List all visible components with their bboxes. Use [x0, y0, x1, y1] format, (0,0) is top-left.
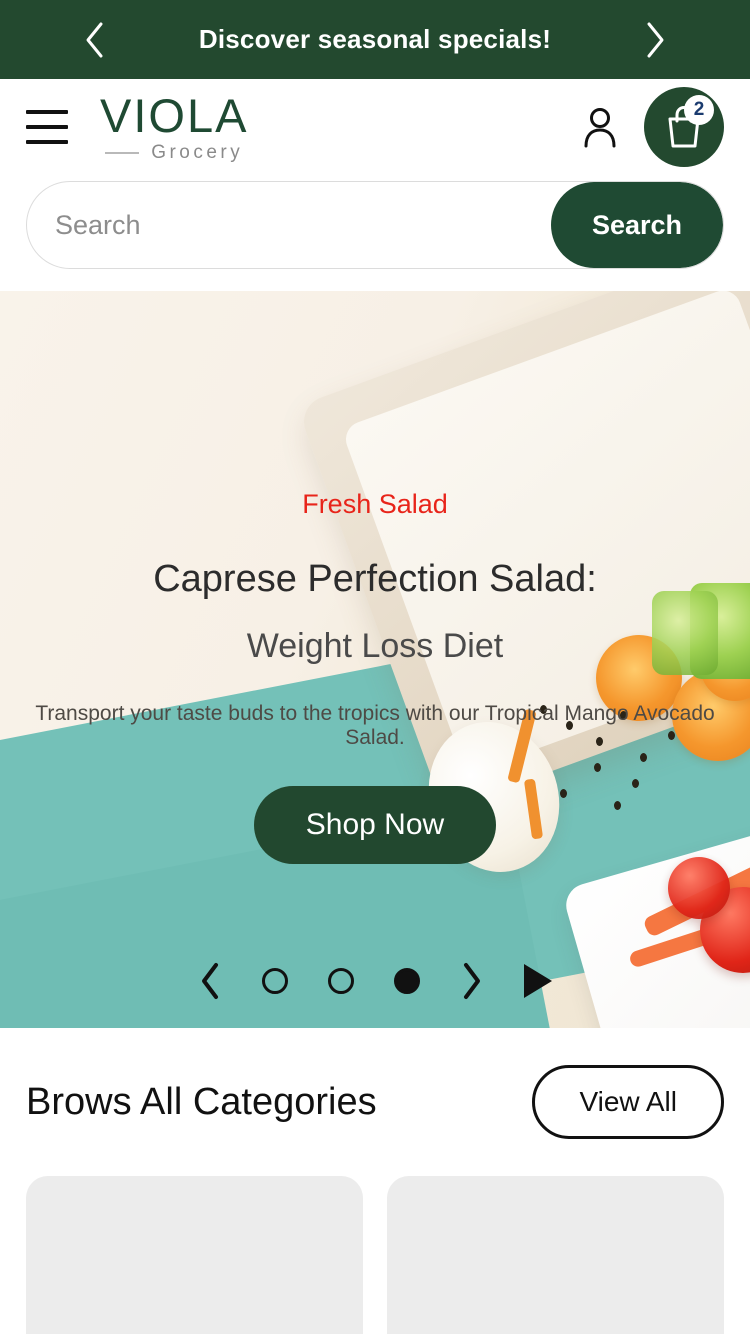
announcement-next-button[interactable]	[634, 18, 678, 62]
mobile-page: Discover seasonal specials! VIOLA Grocer…	[0, 0, 750, 1334]
hamburger-menu-icon[interactable]	[26, 110, 68, 144]
user-account-icon	[584, 108, 616, 148]
chevron-right-icon	[647, 22, 664, 57]
category-card-box[interactable]	[387, 1176, 724, 1334]
carousel-dot-2[interactable]	[328, 968, 354, 994]
logo-tagline-row: Grocery	[105, 143, 243, 162]
chevron-left-icon	[86, 22, 103, 57]
carousel-dot-3[interactable]	[394, 968, 420, 994]
categories-section: Brows All Categories View All	[0, 1028, 750, 1334]
categories-grid	[26, 1176, 724, 1334]
hamburger-bar	[26, 140, 68, 144]
search-input[interactable]	[27, 182, 551, 268]
categories-header: Brows All Categories View All	[26, 1028, 724, 1176]
site-header: VIOLA Grocery 2	[0, 79, 750, 175]
shop-now-button[interactable]: Shop Now	[253, 786, 497, 864]
account-button[interactable]	[578, 105, 622, 149]
hero-subtitle: Weight Loss Diet	[246, 627, 504, 665]
announcement-prev-button[interactable]	[72, 18, 116, 62]
hamburger-bar	[26, 110, 68, 114]
chevron-right-icon	[464, 963, 480, 999]
chevron-left-icon	[202, 963, 218, 999]
announcement-text: Discover seasonal specials!	[198, 24, 552, 54]
carousel-next-button[interactable]	[460, 962, 484, 1000]
announcement-bar: Discover seasonal specials!	[0, 0, 750, 79]
categories-title: Brows All Categories	[26, 1080, 377, 1123]
site-logo[interactable]: VIOLA Grocery	[100, 92, 248, 162]
header-actions: 2	[578, 87, 724, 167]
category-card-cauliflower[interactable]	[26, 1176, 363, 1334]
logo-tagline: Grocery	[151, 142, 244, 163]
play-triangle-icon[interactable]	[524, 964, 552, 998]
search-section: Search	[0, 175, 750, 291]
hero-carousel-controls	[0, 962, 750, 1000]
logo-dash	[105, 151, 140, 154]
hamburger-bar	[26, 125, 68, 129]
search-submit-button[interactable]: Search	[551, 182, 723, 268]
view-all-button[interactable]: View All	[532, 1065, 724, 1139]
hero-carousel: Fresh Salad Caprese Perfection Salad: We…	[0, 291, 750, 1028]
hero-description: Transport your taste buds to the tropics…	[35, 702, 715, 749]
hero-eyebrow: Fresh Salad	[302, 489, 448, 519]
search-bar: Search	[26, 181, 724, 269]
hero-title: Caprese Perfection Salad:	[153, 558, 597, 600]
carousel-dot-1[interactable]	[262, 968, 288, 994]
hero-content: Fresh Salad Caprese Perfection Salad: We…	[0, 291, 750, 1028]
carousel-prev-button[interactable]	[198, 962, 222, 1000]
logo-wordmark: VIOLA	[100, 89, 249, 142]
cart-count-badge: 2	[684, 95, 714, 125]
cart-button[interactable]: 2	[644, 87, 724, 167]
